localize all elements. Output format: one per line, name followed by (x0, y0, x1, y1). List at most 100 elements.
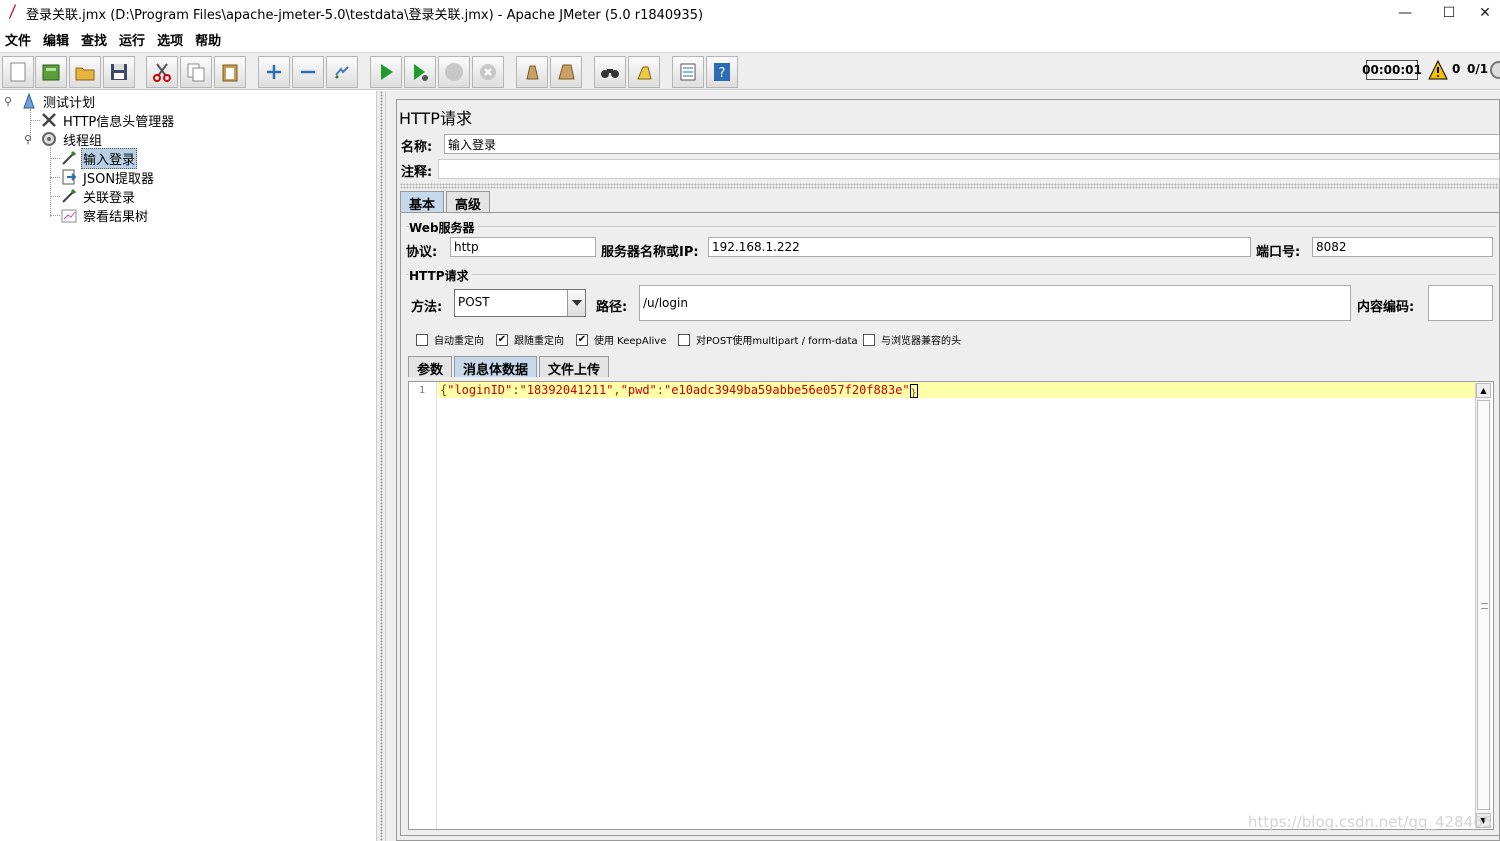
checkbox-multipart[interactable]: 对POST使用multipart / form-data (678, 332, 858, 347)
minus-icon (301, 70, 315, 74)
menu-bar: 文件 编辑 查找 运行 选项 帮助 (0, 28, 1500, 50)
pipette-icon (62, 150, 77, 165)
clear-button[interactable] (516, 56, 548, 88)
port-input[interactable] (1312, 237, 1493, 257)
menu-help[interactable]: 帮助 (190, 28, 227, 50)
server-input[interactable] (708, 237, 1251, 257)
tab-basic[interactable]: 基本 (400, 191, 445, 213)
path-input[interactable] (639, 285, 1351, 321)
protocol-input[interactable] (450, 237, 596, 257)
copy-button[interactable] (180, 56, 212, 88)
toggle-icon (335, 66, 349, 79)
name-input[interactable] (444, 134, 1500, 154)
tree-toggle-expanded-icon[interactable]: ⚲ (4, 95, 12, 108)
panel-title: HTTP请求 (399, 109, 472, 128)
help-button[interactable]: ? (706, 56, 738, 88)
method-select[interactable]: POST (454, 289, 586, 317)
name-label: 名称: (401, 140, 433, 155)
json-extractor-icon (62, 169, 77, 185)
http-request-panel: HTTP请求 名称: 注释: 基本 高级 Web服务器 协议: 服务器名称或IP… (386, 91, 1500, 841)
shutdown-button[interactable] (472, 56, 504, 88)
cut-button[interactable] (146, 56, 178, 88)
method-label: 方法: (411, 300, 443, 315)
menu-options[interactable]: 选项 (152, 28, 189, 50)
menu-file[interactable]: 文件 (0, 28, 37, 50)
close-button[interactable]: ✕ (1470, 0, 1500, 26)
tree-node-header-manager[interactable]: HTTP信息头管理器 (40, 111, 176, 130)
http-request-legend: HTTP请求 (409, 267, 472, 284)
start-button[interactable] (370, 56, 402, 88)
encoding-input[interactable] (1428, 285, 1493, 321)
help-icon: ? (714, 63, 730, 81)
reset-search-icon (637, 66, 652, 80)
tree-node-input-login[interactable]: 输入登录 (60, 147, 138, 169)
request-body-tabs: 参数 消息体数据 文件上传 (408, 356, 611, 378)
toggle-button[interactable] (326, 56, 358, 88)
collapse-divider[interactable] (400, 183, 1500, 189)
minimize-button[interactable]: — (1382, 0, 1428, 26)
comment-input[interactable] (438, 159, 1500, 179)
tab-advanced[interactable]: 高级 (446, 191, 491, 213)
menu-run[interactable]: 运行 (114, 28, 151, 50)
function-helper-button[interactable] (672, 56, 704, 88)
expand-all-button[interactable] (258, 56, 290, 88)
search-button[interactable] (594, 56, 626, 88)
menu-edit[interactable]: 编辑 (38, 28, 75, 50)
checkbox-keepalive[interactable]: ✔ 使用 KeepAlive (576, 332, 666, 347)
new-icon (10, 62, 26, 82)
watermark: https://blog.csdn.net/qq_428465 (1248, 813, 1493, 831)
tree-node-test-plan[interactable]: 测试计划 (20, 92, 97, 111)
play-no-pause-icon (414, 64, 428, 81)
menu-search[interactable]: 查找 (76, 28, 113, 50)
checkbox-follow-redirects[interactable]: ✔ 跟随重定向 (496, 332, 564, 347)
pipette-icon (62, 188, 77, 203)
encoding-label: 内容编码: (1357, 300, 1415, 315)
copy-icon (187, 63, 205, 82)
broom-icon (526, 65, 539, 80)
start-no-pauses-button[interactable] (404, 56, 436, 88)
jmeter-feather-icon (9, 4, 16, 19)
comment-label: 注释: (401, 165, 433, 180)
vertical-scrollbar[interactable]: ▲ ▼ (1475, 383, 1491, 828)
maximize-button[interactable]: ☐ (1426, 0, 1472, 26)
save-button[interactable] (103, 56, 135, 88)
tree-node-thread-group[interactable]: 线程组 (40, 130, 104, 149)
tab-file-upload[interactable]: 文件上传 (539, 356, 610, 378)
tree-node-linked-login[interactable]: 关联登录 (60, 187, 137, 206)
clear-all-button[interactable] (550, 56, 582, 88)
stop-button[interactable] (438, 56, 470, 88)
warning-icon[interactable] (1428, 60, 1448, 80)
checkbox-auto-redirect[interactable]: 自动重定向 (416, 332, 484, 347)
body-data-editor[interactable]: 1 {"loginID":"18392041211","pwd":"e10adc… (408, 381, 1494, 830)
tab-body-data[interactable]: 消息体数据 (454, 356, 538, 378)
title-bar: 登录关联.jmx (D:\Program Files\apache-jmeter… (0, 0, 1500, 26)
cut-icon (153, 63, 171, 82)
save-icon (111, 64, 127, 80)
shutdown-icon (480, 64, 496, 80)
binoculars-icon (601, 69, 619, 78)
templates-icon (42, 64, 60, 81)
scroll-up-icon[interactable]: ▲ (1476, 383, 1491, 398)
tab-parameters[interactable]: 参数 (408, 356, 453, 378)
collapse-all-button[interactable] (292, 56, 324, 88)
new-button[interactable] (2, 56, 34, 88)
window-title: 登录关联.jmx (D:\Program Files\apache-jmeter… (26, 8, 704, 23)
checkbox-browser-headers[interactable]: 与浏览器兼容的头 (863, 332, 961, 347)
paste-button[interactable] (214, 56, 246, 88)
svg-text:?: ? (719, 66, 726, 81)
protocol-label: 协议: (406, 245, 438, 260)
stop-icon (445, 63, 463, 81)
open-button[interactable] (69, 56, 101, 88)
tree-node-results-tree[interactable]: 察看结果树 (60, 206, 150, 225)
reset-search-button[interactable] (628, 56, 660, 88)
web-server-legend: Web服务器 (409, 219, 478, 236)
split-pane-divider[interactable] (376, 91, 386, 841)
line-number: 1 (419, 385, 426, 396)
body-code-line[interactable]: {"loginID":"18392041211","pwd":"e10adc39… (440, 383, 918, 399)
templates-button[interactable] (35, 56, 67, 88)
scroll-thumb[interactable] (1477, 400, 1490, 810)
tree-toggle-expanded-icon[interactable]: ⚲ (24, 133, 32, 146)
list-icon (680, 63, 696, 81)
tree-node-json-extractor[interactable]: JSON提取器 (60, 168, 156, 187)
bracket-match-caret: } (909, 384, 918, 399)
